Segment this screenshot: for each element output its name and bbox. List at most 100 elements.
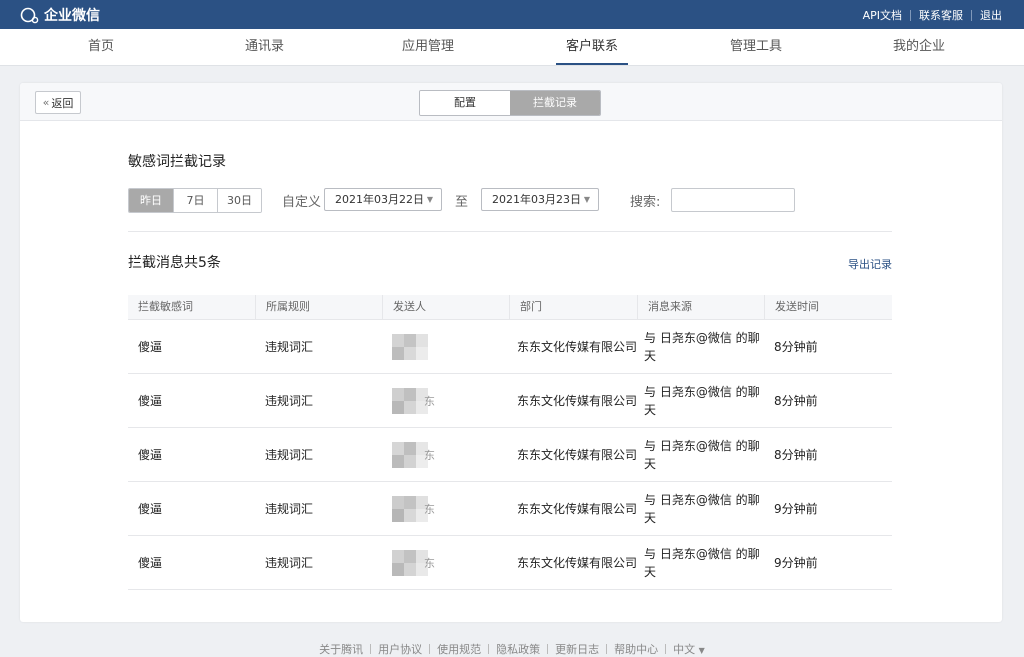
end-date-value: 2021年03月23日	[492, 193, 581, 206]
cell-department: 东东文化传媒有限公司	[517, 394, 638, 408]
top-links: API文档 联系客服 退出	[863, 7, 1002, 23]
col-send-time: 发送时间	[764, 295, 892, 319]
table-row: 傻逼 违规词汇 东 东东文化传媒有限公司 与 日尧东@微信 的聊天 8分钟前	[128, 428, 892, 482]
section-divider	[128, 231, 892, 232]
cell-sensitive-word: 傻逼	[138, 502, 163, 516]
contact-support-link[interactable]: 联系客服	[919, 7, 963, 23]
cell-rule: 违规词汇	[265, 340, 314, 354]
caret-down-icon: ▼	[583, 195, 590, 204]
start-date-select[interactable]: 2021年03月22日 ▼	[324, 188, 442, 211]
cell-department: 东东文化传媒有限公司	[517, 502, 638, 516]
cell-send-time: 8分钟前	[774, 340, 818, 354]
cell-sender: 东	[382, 536, 509, 589]
top-link-separator	[971, 9, 972, 21]
intercept-table: 拦截敏感词 所属规则 发送人 部门 消息来源 发送时间 傻逼 违规词汇 东东文化…	[128, 295, 892, 590]
col-sensitive-word: 拦截敏感词	[138, 300, 193, 313]
app-logo[interactable]: 企业微信	[20, 5, 100, 25]
footer-link-about[interactable]: 关于腾讯	[319, 643, 363, 656]
start-date-value: 2021年03月22日	[335, 193, 424, 206]
nav-home[interactable]: 首页	[88, 29, 114, 65]
table-header: 拦截敏感词 所属规则 发送人 部门 消息来源 发送时间	[128, 295, 892, 320]
table-row: 傻逼 违规词汇 东 东东文化传媒有限公司 与 日尧东@微信 的聊天 9分钟前	[128, 536, 892, 590]
nav-my-enterprise[interactable]: 我的企业	[893, 29, 945, 65]
back-button-label: 返回	[51, 96, 74, 110]
cell-sensitive-word: 傻逼	[138, 394, 163, 408]
cell-department: 东东文化传媒有限公司	[517, 556, 638, 570]
api-docs-link[interactable]: API文档	[863, 7, 902, 23]
top-bar: 企业微信 API文档 联系客服 退出	[0, 0, 1024, 29]
footer-link-privacy[interactable]: 隐私政策	[496, 643, 540, 656]
custom-range-label: 自定义	[282, 195, 322, 210]
nav-app-management[interactable]: 应用管理	[402, 29, 454, 65]
search-input[interactable]	[671, 188, 795, 212]
top-link-separator	[910, 9, 911, 21]
nav-contacts[interactable]: 通讯录	[245, 29, 284, 65]
period-yesterday[interactable]: 昨日	[129, 189, 173, 212]
sender-name-tail: 东	[424, 556, 435, 570]
footer-link-usage-rules[interactable]: 使用规范	[437, 643, 481, 656]
export-records-link[interactable]: 导出记录	[848, 256, 892, 272]
period-selector: 昨日 7日 30日	[128, 188, 262, 213]
footer-separator	[665, 644, 667, 654]
footer-separator	[370, 644, 372, 654]
footer-link-terms[interactable]: 用户协议	[378, 643, 422, 656]
nav-customer-contact[interactable]: 客户联系	[555, 29, 629, 65]
period-7-days[interactable]: 7日	[173, 189, 217, 212]
sender-avatar-pixelated	[392, 549, 428, 576]
sender-name-tail: 东	[424, 502, 435, 516]
search-label: 搜索:	[630, 195, 661, 210]
caret-down-icon: ▼	[698, 646, 705, 655]
date-to-label: 至	[455, 195, 469, 210]
footer-separator	[547, 644, 549, 654]
cell-message-source: 与 日尧东@微信 的聊天	[644, 546, 760, 579]
main-nav: 首页 通讯录 应用管理 客户联系 管理工具 我的企业	[0, 29, 1024, 66]
table-row: 傻逼 违规词汇 东 东东文化传媒有限公司 与 日尧东@微信 的聊天 9分钟前	[128, 482, 892, 536]
section-title: 敏感词拦截记录	[128, 154, 226, 170]
col-message-source: 消息来源	[637, 295, 764, 319]
footer-separator	[606, 644, 608, 654]
sender-avatar-pixelated	[392, 441, 428, 468]
sender-name-tail: 东	[424, 394, 435, 408]
footer-language-select[interactable]: 中文 ▼	[673, 643, 705, 656]
period-30-days[interactable]: 30日	[217, 189, 261, 212]
cell-sender: 东	[382, 374, 509, 427]
col-department: 部门	[509, 295, 637, 319]
col-sender: 发送人	[382, 295, 509, 319]
cell-message-source: 与 日尧东@微信 的聊天	[644, 384, 760, 417]
back-button[interactable]: « 返回	[35, 91, 81, 114]
nav-management-tools[interactable]: 管理工具	[730, 29, 782, 65]
sender-avatar-pixelated	[392, 387, 428, 414]
cell-sensitive-word: 傻逼	[138, 556, 163, 570]
logout-link[interactable]: 退出	[980, 7, 1002, 23]
table-row: 傻逼 违规词汇 东 东东文化传媒有限公司 与 日尧东@微信 的聊天 8分钟前	[128, 374, 892, 428]
end-date-select[interactable]: 2021年03月23日 ▼	[481, 188, 599, 211]
footer-link-changelog[interactable]: 更新日志	[555, 643, 599, 656]
cell-message-source: 与 日尧东@微信 的聊天	[644, 438, 760, 471]
tab-config[interactable]: 配置	[420, 91, 510, 115]
cell-sender: 东	[382, 482, 509, 535]
wecom-logo-icon	[20, 7, 39, 23]
footer: 关于腾讯 用户协议 使用规范 隐私政策 更新日志 帮助中心 中文 ▼	[0, 641, 1024, 657]
cell-rule: 违规词汇	[265, 502, 314, 516]
cell-rule: 违规词汇	[265, 448, 314, 462]
table-row: 傻逼 违规词汇 东东文化传媒有限公司 与 日尧东@微信 的聊天 8分钟前	[128, 320, 892, 374]
caret-down-icon: ▼	[426, 195, 433, 204]
cell-department: 东东文化传媒有限公司	[517, 448, 638, 462]
cell-send-time: 8分钟前	[774, 394, 818, 408]
cell-send-time: 9分钟前	[774, 556, 818, 570]
sender-avatar-pixelated	[392, 333, 428, 360]
language-label: 中文	[673, 643, 696, 656]
record-count: 拦截消息共5条	[128, 255, 221, 271]
sender-name-tail: 东	[424, 448, 435, 462]
tab-switcher: 配置 拦截记录	[419, 90, 601, 116]
cell-message-source: 与 日尧东@微信 的聊天	[644, 330, 760, 363]
sender-avatar-pixelated	[392, 495, 428, 522]
cell-sender: 东	[382, 428, 509, 481]
cell-sensitive-word: 傻逼	[138, 340, 163, 354]
app-logo-text: 企业微信	[44, 8, 100, 24]
card-header: « 返回 配置 拦截记录	[20, 83, 1002, 121]
footer-link-help[interactable]: 帮助中心	[614, 643, 658, 656]
col-rule: 所属规则	[255, 295, 382, 319]
tab-intercept-records[interactable]: 拦截记录	[510, 91, 600, 115]
cell-send-time: 8分钟前	[774, 448, 818, 462]
